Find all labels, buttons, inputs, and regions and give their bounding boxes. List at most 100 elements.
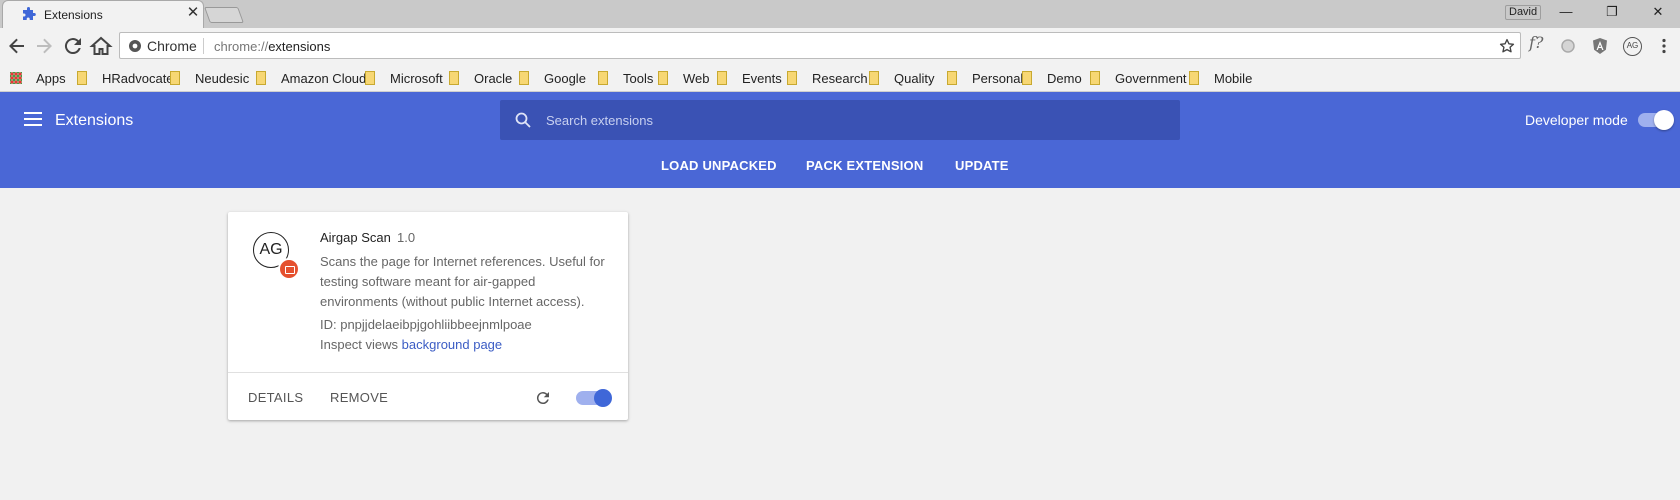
security-chip-label: Chrome — [147, 38, 197, 54]
bookmark-label: Mobile — [1214, 70, 1253, 86]
tab-strip: Extensions ✕ David — ❐ ✕ — [0, 0, 1680, 28]
bookmark-quality[interactable]: Quality — [869, 69, 934, 87]
search-icon — [515, 112, 531, 128]
bookmark-label: Web — [683, 70, 710, 86]
inspect-views-label: Inspect views — [320, 337, 399, 352]
folder-icon — [1189, 71, 1199, 85]
remove-button[interactable]: REMOVE — [330, 390, 388, 405]
reload-extension-icon[interactable] — [534, 389, 552, 407]
bookmark-label: Quality — [894, 70, 935, 86]
bookmark-label: Research — [812, 70, 868, 86]
omnibox-divider — [203, 38, 204, 54]
folder-icon — [256, 71, 266, 85]
bookmark-research[interactable]: Research — [787, 69, 868, 87]
bookmark-tools[interactable]: Tools — [598, 69, 653, 87]
extension-description: Scans the page for Internet references. … — [320, 254, 605, 309]
tab-close-icon[interactable]: ✕ — [185, 4, 201, 21]
bookmark-label: Neudesic — [195, 70, 250, 86]
bookmark-label: Amazon Cloud — [281, 70, 367, 86]
bookmark-label: Personal — [972, 70, 1024, 86]
bookmark-label: Government — [1115, 70, 1187, 86]
background-page-link[interactable]: background page — [402, 337, 502, 352]
bookmark-label: Tools — [623, 70, 654, 86]
bookmark-label: Oracle — [474, 70, 513, 86]
circle-extension-icon[interactable] — [1559, 37, 1577, 55]
back-icon[interactable] — [5, 34, 29, 58]
angular-extension-icon[interactable] — [1591, 37, 1609, 55]
folder-icon — [449, 71, 459, 85]
details-button[interactable]: DETAILS — [248, 390, 303, 405]
folder-icon — [717, 71, 727, 85]
address-bar[interactable]: Chrome chrome://extensions — [119, 32, 1521, 59]
folder-icon — [365, 71, 375, 85]
close-window-button[interactable]: ✕ — [1636, 0, 1680, 24]
extension-enabled-toggle[interactable] — [576, 389, 612, 407]
folder-icon — [658, 71, 668, 85]
bookmark-amazon-cloud[interactable]: Amazon Cloud — [256, 69, 366, 87]
url-text[interactable]: chrome://extensions — [214, 39, 330, 54]
apps-grid-icon — [10, 72, 22, 84]
bookmark-events[interactable]: Events — [717, 69, 782, 87]
page-title: Extensions — [55, 112, 134, 129]
reload-icon[interactable] — [61, 34, 85, 58]
folder-icon — [170, 71, 180, 85]
airgap-extension-icon[interactable]: AG — [1623, 37, 1642, 56]
extension-version: 1.0 — [397, 230, 416, 245]
bookmark-star-icon[interactable] — [1498, 37, 1516, 55]
bookmark-demo[interactable]: Demo — [1022, 69, 1082, 87]
bookmark-hradvocate[interactable]: HRadvocate — [77, 69, 174, 87]
bookmark-personal[interactable]: Personal — [947, 69, 1023, 87]
folder-icon — [77, 71, 87, 85]
bookmark-label: Events — [742, 70, 782, 86]
extension-id: ID: pnpjjdelaeibpjgohliibbeejnmlpoae — [320, 317, 532, 332]
developer-mode-label: Developer mode — [1525, 112, 1628, 128]
minimize-button[interactable]: — — [1544, 0, 1588, 24]
function-extension-icon[interactable]: f? — [1529, 33, 1547, 52]
bookmark-web[interactable]: Web — [658, 69, 710, 87]
bookmark-google[interactable]: Google — [519, 69, 586, 87]
folder-icon — [598, 71, 608, 85]
bookmark-label: Microsoft — [390, 70, 443, 86]
profile-button[interactable]: David — [1505, 5, 1542, 20]
extension-name: Airgap Scan — [320, 230, 391, 245]
bookmark-label: Demo — [1047, 70, 1082, 86]
hamburger-menu-icon[interactable] — [24, 112, 42, 126]
new-tab-button[interactable] — [204, 7, 244, 23]
tab-title: Extensions — [44, 8, 103, 22]
tab-extensions[interactable]: Extensions ✕ — [2, 0, 204, 28]
inspect-views: Inspect views background page — [320, 337, 502, 352]
bookmark-microsoft[interactable]: Microsoft — [365, 69, 443, 87]
bookmarks-bar: Apps HRadvocate Neudesic Amazon Cloud Micros… — [0, 64, 1680, 92]
folder-icon — [787, 71, 797, 85]
bookmark-label: Google — [544, 70, 586, 86]
bookmark-label: HRadvocate — [102, 70, 174, 86]
bookmark-mobile[interactable]: Mobile — [1189, 69, 1252, 87]
folder-icon — [1022, 71, 1032, 85]
pack-extension-button[interactable]: PACK EXTENSION — [806, 158, 923, 173]
load-unpacked-button[interactable]: LOAD UNPACKED — [661, 158, 777, 173]
home-icon[interactable] — [89, 34, 113, 58]
restore-button[interactable]: ❐ — [1590, 0, 1634, 24]
bookmark-government[interactable]: Government — [1090, 69, 1187, 87]
update-button[interactable]: UPDATE — [955, 158, 1009, 173]
extensions-header: Extensions Developer mode LOAD UNPACKED … — [0, 92, 1680, 188]
bookmark-oracle[interactable]: Oracle — [449, 69, 512, 87]
search-input[interactable] — [546, 100, 1166, 140]
bookmark-label: Apps — [36, 70, 66, 86]
extension-card: AG Airgap Scan 1.0 Scans the page for In… — [228, 212, 628, 420]
chrome-page-icon — [129, 40, 141, 52]
card-divider — [228, 372, 628, 373]
folder-icon — [1090, 71, 1100, 85]
camera-badge-icon — [278, 258, 300, 280]
folder-icon — [947, 71, 957, 85]
browser-toolbar: Chrome chrome://extensions f? AG — [0, 28, 1680, 64]
toggle-knob — [1654, 110, 1674, 130]
puzzle-piece-icon — [23, 7, 36, 20]
toggle-knob — [594, 389, 612, 407]
developer-mode-toggle[interactable] — [1638, 110, 1674, 130]
menu-kebab-icon[interactable] — [1655, 37, 1673, 55]
search-box[interactable] — [500, 100, 1180, 140]
bookmark-apps[interactable]: Apps — [10, 69, 66, 87]
forward-icon[interactable] — [32, 34, 56, 58]
bookmark-neudesic[interactable]: Neudesic — [170, 69, 249, 87]
